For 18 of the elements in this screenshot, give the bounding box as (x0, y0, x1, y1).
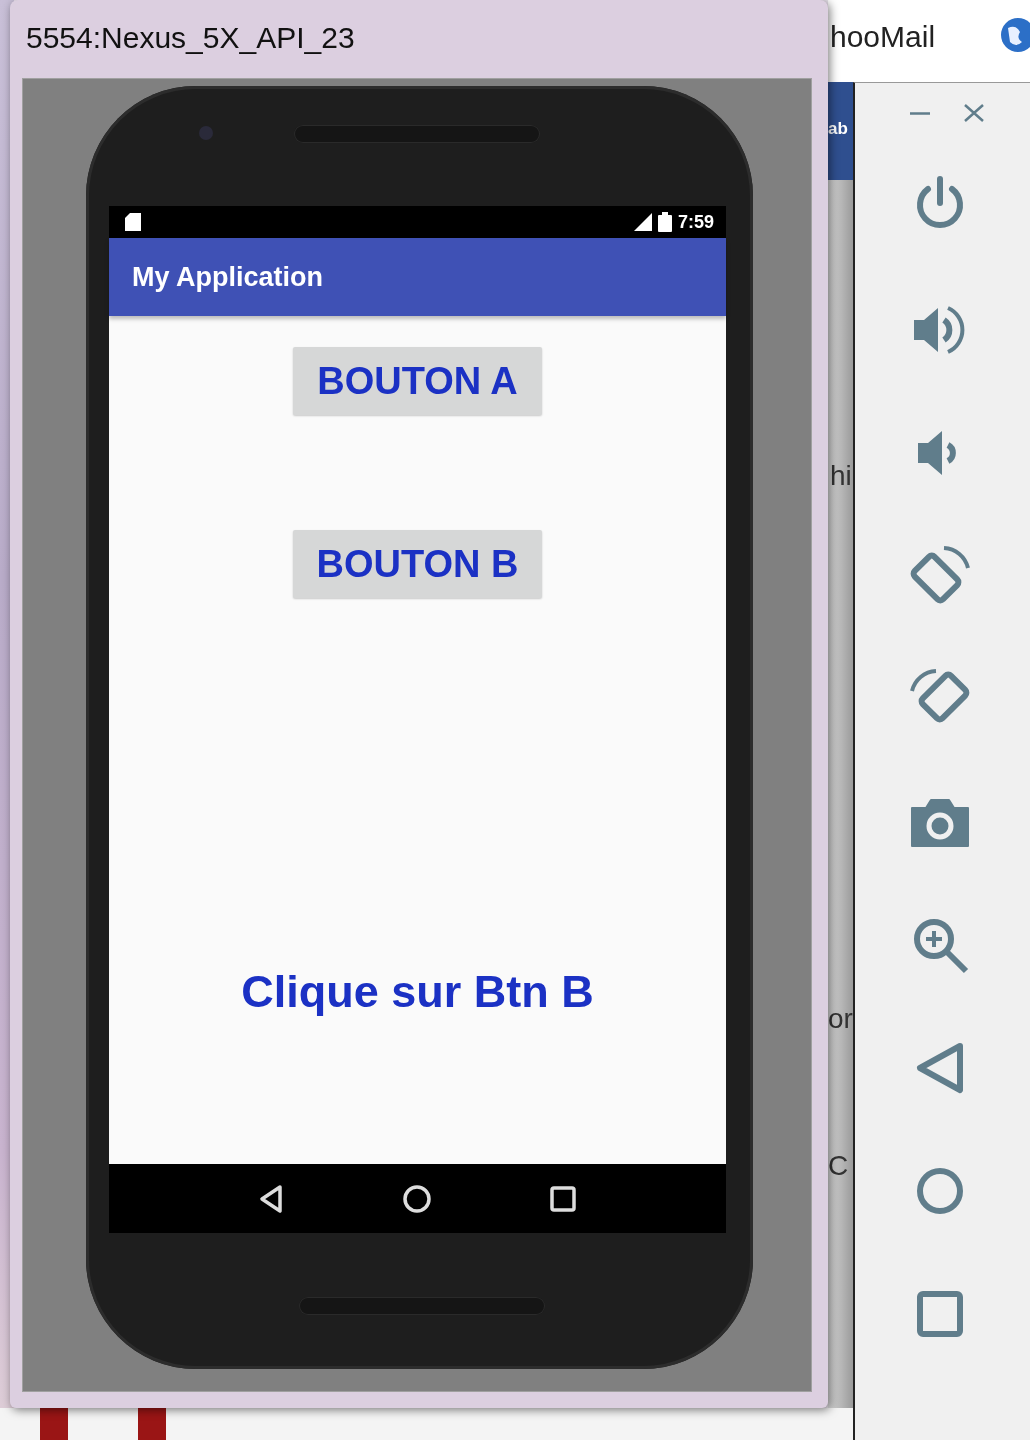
close-icon[interactable] (963, 104, 984, 122)
globe-icon (998, 16, 1030, 54)
app-title: My Application (132, 260, 323, 294)
background-text: or (828, 1002, 853, 1036)
sd-card-icon (125, 213, 141, 231)
home-button[interactable] (401, 1182, 434, 1215)
camera-lens (199, 126, 213, 140)
app-button[interactable]: BOUTON B (293, 530, 542, 598)
background-text: hooMail (830, 19, 936, 55)
message-text: Clique sur Btn B (241, 965, 594, 1019)
app-button[interactable]: BOUTON A (293, 347, 542, 415)
clock-time: 7:59 (677, 210, 714, 234)
background-text: hi (830, 459, 852, 493)
minimize-icon[interactable] (909, 111, 930, 115)
background-text: ab (828, 118, 848, 140)
background-text: C (828, 1149, 849, 1183)
battery-icon (657, 212, 672, 232)
window-title: 5554:Nexus_5X_API_23 (25, 20, 356, 56)
